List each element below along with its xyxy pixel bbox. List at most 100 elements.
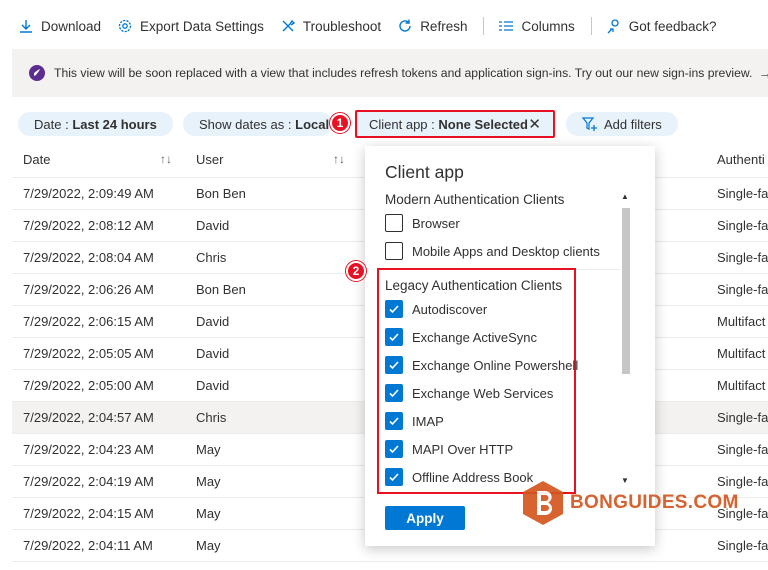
refresh-label: Refresh xyxy=(420,18,468,34)
option-label: Exchange Web Services xyxy=(412,385,554,401)
cell-user: Bon Ben xyxy=(196,282,246,297)
feedback-icon xyxy=(607,19,619,34)
checkbox[interactable] xyxy=(385,214,403,232)
preview-banner[interactable]: This view will be soon replaced with a v… xyxy=(12,49,768,97)
cell-date: 7/29/2022, 2:08:04 AM xyxy=(23,250,154,265)
option-browser[interactable]: Browser xyxy=(385,212,460,234)
column-header-authentication[interactable]: Authenti xyxy=(717,152,765,167)
feedback-button[interactable]: Got feedback? xyxy=(606,18,717,34)
refresh-button[interactable]: Refresh xyxy=(397,18,467,34)
step-badge-1: 1 xyxy=(330,113,350,133)
scrollbar-thumb[interactable] xyxy=(622,208,630,374)
cell-date: 7/29/2022, 2:04:57 AM xyxy=(23,410,154,425)
cell-user: David xyxy=(196,218,230,233)
option-offline-address-book[interactable]: Offline Address Book xyxy=(385,466,533,488)
checkmark-icon xyxy=(389,473,399,482)
client-app-filter-pill[interactable]: Client app : None Selected ✕ xyxy=(355,110,555,138)
option-imap[interactable]: IMAP xyxy=(385,410,444,432)
cell-date: 7/29/2022, 2:04:11 AM xyxy=(23,538,153,553)
cell-date: 7/29/2022, 2:04:23 AM xyxy=(23,442,154,457)
add-filters-button[interactable]: Add filters xyxy=(566,112,678,136)
column-header-user[interactable]: User xyxy=(196,152,223,167)
option-mapi-over-http[interactable]: MAPI Over HTTP xyxy=(385,438,513,460)
command-bar: Download Export Data Settings Troublesho… xyxy=(0,0,768,52)
export-settings-button[interactable]: Export Data Settings xyxy=(117,18,264,34)
cell-date: 7/29/2022, 2:08:12 AM xyxy=(23,218,154,233)
cell-user: May xyxy=(196,474,221,489)
rocket-icon xyxy=(29,65,45,81)
cell-date: 7/29/2022, 2:04:15 AM xyxy=(23,506,154,521)
show-dates-pill[interactable]: Show dates as : Local xyxy=(183,112,332,136)
banner-text: This view will be soon replaced with a v… xyxy=(54,66,753,80)
export-settings-label: Export Data Settings xyxy=(140,18,264,34)
checkbox-checked[interactable] xyxy=(385,328,403,346)
cell-user: May xyxy=(196,506,221,521)
step-badge-2: 2 xyxy=(346,261,366,281)
option-label: Browser xyxy=(412,215,460,231)
option-exchange-web-services[interactable]: Exchange Web Services xyxy=(385,382,553,404)
add-filter-icon xyxy=(582,117,597,131)
cell-auth: Single-fa xyxy=(717,442,768,457)
checkbox[interactable] xyxy=(385,242,403,260)
checkbox-checked[interactable] xyxy=(385,384,403,402)
download-button[interactable]: Download xyxy=(18,18,101,34)
scroll-up-icon[interactable]: ▲ xyxy=(621,192,629,201)
show-dates-value: Local xyxy=(295,116,330,132)
bonguides-watermark: BONGUIDES.COM xyxy=(522,480,739,526)
cell-user: Chris xyxy=(196,410,227,425)
checkmark-icon xyxy=(389,333,399,342)
arrow-right-icon: → xyxy=(758,65,768,81)
cell-user: May xyxy=(196,538,221,553)
apply-button[interactable]: Apply xyxy=(385,506,465,530)
cell-auth: Single-fa xyxy=(717,250,768,265)
sort-icon[interactable]: ↑↓ xyxy=(160,152,172,166)
option-exchange-activesync[interactable]: Exchange ActiveSync xyxy=(385,326,537,348)
watermark-text: BONGUIDES.COM xyxy=(570,492,739,513)
option-label: MAPI Over HTTP xyxy=(412,441,514,457)
client-app-label: Client app : xyxy=(369,116,435,132)
cell-auth: Single-fa xyxy=(717,218,768,233)
date-filter-label: Date : xyxy=(34,116,69,132)
option-mobile-desktop[interactable]: Mobile Apps and Desktop clients xyxy=(385,240,600,262)
troubleshoot-button[interactable]: Troubleshoot xyxy=(280,18,381,34)
cell-auth: Multifact xyxy=(717,314,766,329)
show-dates-label: Show dates as : xyxy=(199,116,292,132)
download-icon xyxy=(20,20,32,33)
close-icon[interactable]: ✕ xyxy=(528,115,541,133)
cell-auth: Single-fa xyxy=(717,538,768,553)
option-autodiscover[interactable]: Autodiscover xyxy=(385,298,487,320)
cell-date: 7/29/2022, 2:05:05 AM xyxy=(23,346,154,361)
checkbox-checked[interactable] xyxy=(385,412,403,430)
cell-date: 7/29/2022, 2:04:19 AM xyxy=(23,474,154,489)
sort-icon[interactable]: ↑↓ xyxy=(333,152,345,166)
date-filter-pill[interactable]: Date : Last 24 hours xyxy=(18,112,173,136)
refresh-icon xyxy=(399,19,411,32)
option-label: Offline Address Book xyxy=(412,469,534,485)
cell-user: May xyxy=(196,442,221,457)
cell-auth: Multifact xyxy=(717,378,766,393)
checkbox-checked[interactable] xyxy=(385,468,403,486)
column-header-date[interactable]: Date xyxy=(23,152,50,167)
cell-user: Chris xyxy=(196,250,227,265)
option-label: Exchange Online Powershell xyxy=(412,357,579,373)
columns-label: Columns xyxy=(521,18,575,34)
client-app-value: None Selected xyxy=(438,116,528,132)
cell-auth: Single-fa xyxy=(717,410,768,425)
option-label: IMAP xyxy=(412,413,444,429)
checkmark-icon xyxy=(389,361,399,370)
columns-button[interactable]: Columns xyxy=(498,18,575,34)
option-exchange-online-powershell[interactable]: Exchange Online Powershell xyxy=(385,354,578,376)
wrench-icon xyxy=(282,19,295,32)
cell-auth: Single-fa xyxy=(717,282,768,297)
option-label: Exchange ActiveSync xyxy=(412,329,538,345)
bonguides-logo-icon xyxy=(523,481,563,525)
checkmark-icon xyxy=(389,389,399,398)
cell-auth: Multifact xyxy=(717,346,766,361)
checkbox-checked[interactable] xyxy=(385,300,403,318)
gear-icon xyxy=(118,19,132,33)
checkbox-checked[interactable] xyxy=(385,356,403,374)
checkmark-icon xyxy=(389,305,399,314)
date-filter-value: Last 24 hours xyxy=(72,116,157,132)
cell-user: David xyxy=(196,346,230,361)
checkbox-checked[interactable] xyxy=(385,440,403,458)
